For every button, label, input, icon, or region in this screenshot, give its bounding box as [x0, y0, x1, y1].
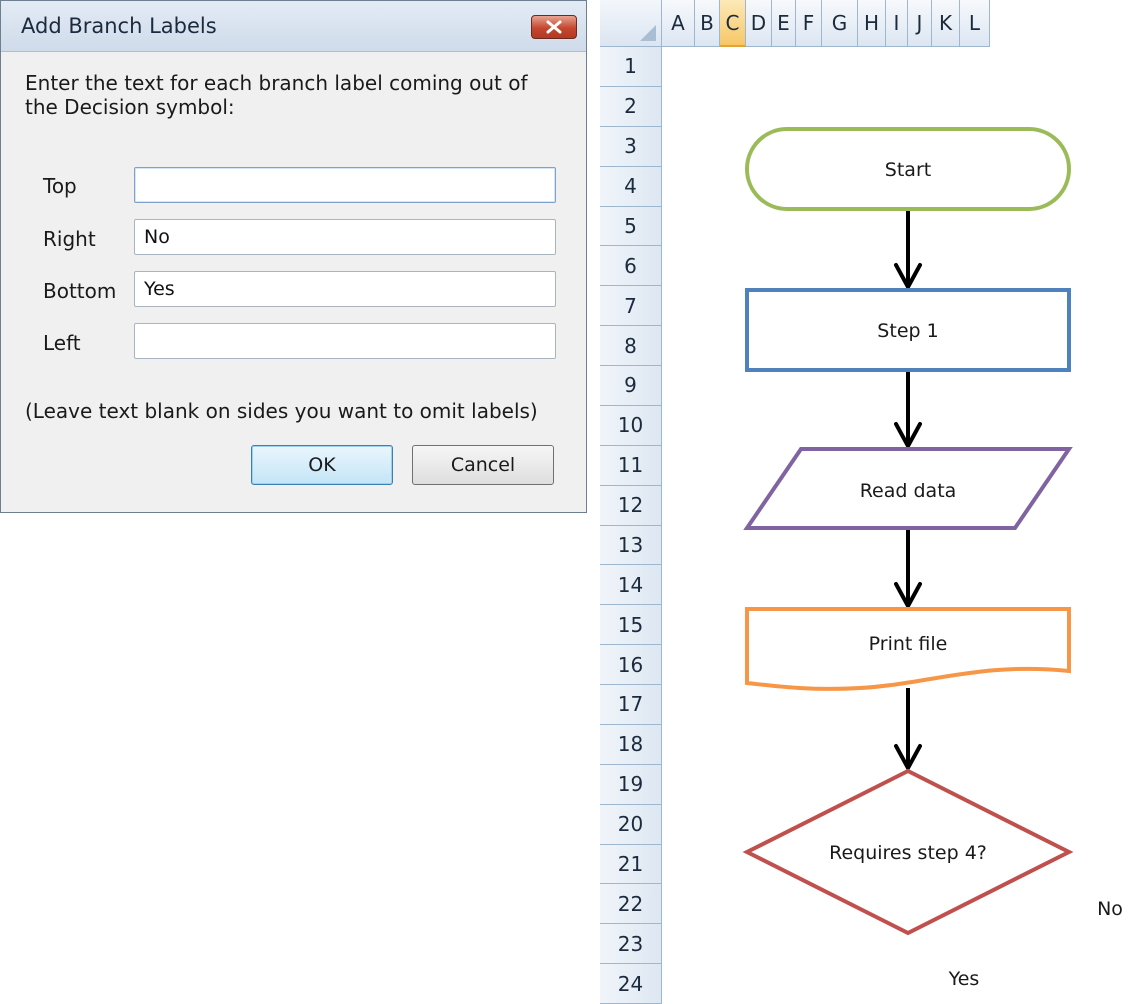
spreadsheet: ABCDEFGHIJKL 1 2 3 4 5 6 7 8 9 10 11 12 13 14 15 16 17 18… [600, 0, 1142, 1004]
left-field[interactable] [134, 323, 556, 359]
omit-labels-note: (Leave text blank on sides you want to o… [25, 399, 538, 423]
right-field[interactable] [134, 219, 556, 255]
dialog-title-bar[interactable]: Add Branch Labels [1, 1, 586, 52]
close-button[interactable] [531, 15, 577, 39]
decision-label: Requires step 4? [829, 842, 987, 864]
instruction-text: Enter the text for each branch label com… [25, 71, 528, 119]
cancel-button[interactable]: Cancel [412, 445, 554, 485]
dialog-title: Add Branch Labels [21, 14, 217, 38]
branch-label-right: No [1097, 898, 1123, 920]
branch-label-bottom: Yes [948, 968, 980, 990]
ok-button[interactable]: OK [251, 445, 393, 485]
right-label: Right [43, 227, 96, 251]
top-label: Top [43, 174, 77, 198]
add-branch-labels-dialog: Add Branch Labels Enter the text for eac… [0, 0, 587, 513]
step1-label: Step 1 [877, 320, 939, 342]
left-label: Left [43, 331, 81, 355]
bottom-field[interactable] [134, 271, 556, 307]
close-x-icon [546, 20, 562, 34]
read-data-label: Read data [859, 480, 957, 502]
print-file-label: Print file [868, 633, 948, 655]
bottom-label: Bottom [43, 279, 117, 303]
top-field[interactable] [134, 167, 556, 203]
start-label: Start [884, 159, 932, 181]
